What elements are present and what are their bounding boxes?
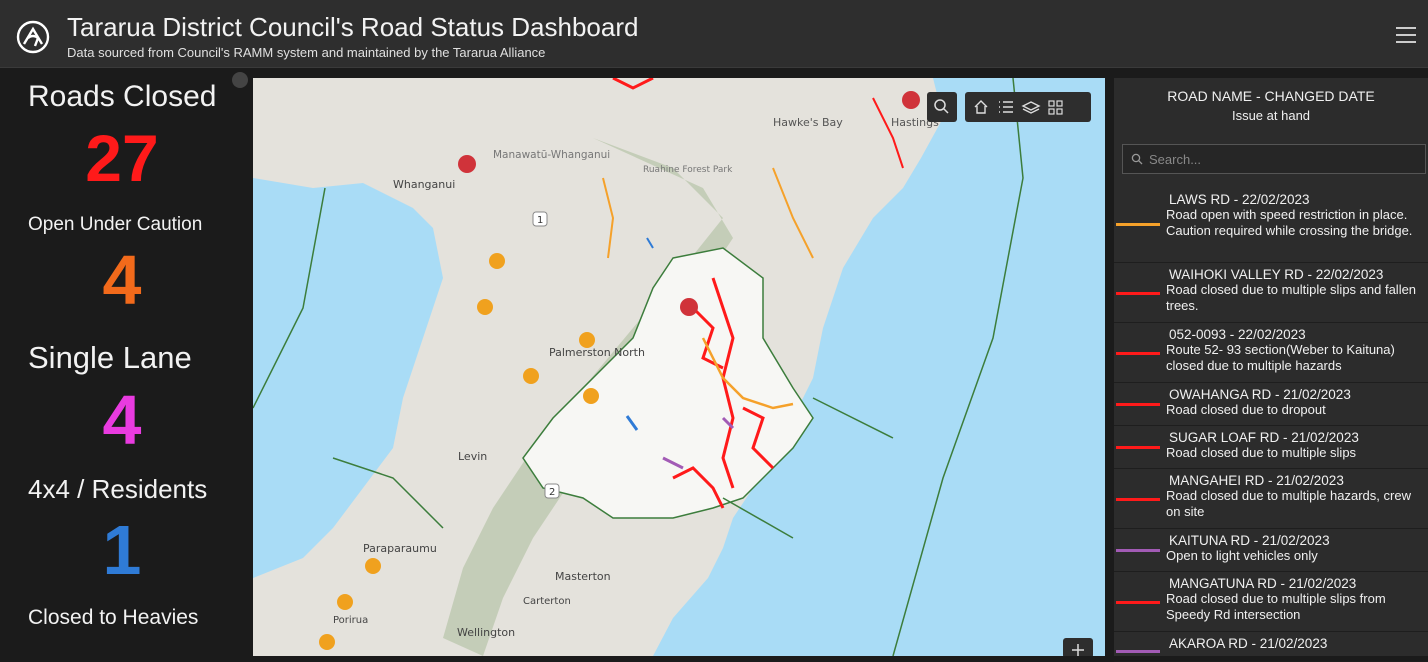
list-item[interactable]: MANGATUNA RD - 21/02/2023 Road closed du… [1114, 572, 1428, 632]
list-header-title: ROAD NAME - CHANGED DATE [1167, 88, 1375, 104]
road-name: WAIHOKI VALLEY RD - 22/02/2023 [1169, 267, 1384, 282]
stat-value-roads-closed: 27 [85, 121, 159, 195]
road-name: KAITUNA RD - 21/02/2023 [1169, 533, 1330, 548]
road-name: MANGATUNA RD - 21/02/2023 [1169, 576, 1357, 591]
search-icon [1131, 153, 1143, 165]
road-issue: Road closed due to multiple slips from S… [1166, 591, 1386, 622]
list-item[interactable]: WAIHOKI VALLEY RD - 22/02/2023 Road clos… [1114, 263, 1428, 323]
road-color-swatch [1116, 650, 1160, 653]
road-name: SUGAR LOAF RD - 21/02/2023 [1169, 430, 1359, 445]
list-item[interactable]: AKAROA RD - 21/02/2023 [1114, 632, 1428, 662]
stat-value-open-under-caution: 4 [102, 241, 142, 319]
road-name: AKAROA RD - 21/02/2023 [1169, 636, 1328, 651]
map-label-masterton: Masterton [555, 570, 611, 583]
map-canvas[interactable]: Hawke's Bay Hastings Manawatū-Whanganui … [253, 78, 1105, 656]
road-color-swatch [1116, 352, 1160, 355]
road-name: OWAHANGA RD - 21/02/2023 [1169, 387, 1351, 402]
road-name: LAWS RD - 22/02/2023 [1169, 192, 1310, 207]
map-toolbar [965, 92, 1091, 122]
map-label-paraparaumu: Paraparaumu [363, 542, 437, 555]
road-color-swatch [1116, 446, 1160, 449]
hamburger-menu-icon[interactable] [1396, 26, 1416, 44]
road-issue: Route 52- 93 section(Weber to Kaituna) c… [1166, 342, 1395, 373]
road-list: LAWS RD - 22/02/2023 Road open with spee… [1114, 188, 1428, 662]
road-color-swatch [1116, 498, 1160, 501]
map-label-levin: Levin [458, 450, 487, 463]
road-issue: Road closed due to multiple slips and fa… [1166, 282, 1417, 313]
map-label-palmerston: Palmerston North [549, 346, 645, 359]
legend-icon [999, 101, 1013, 113]
stat-label-closed-to-heavies: Closed to Heavies [28, 606, 199, 629]
road-color-swatch [1116, 223, 1160, 226]
stat-label-open-under-caution: Open Under Caution [28, 214, 203, 235]
list-header-subtitle: Issue at hand [1231, 108, 1311, 123]
dashboard-title: Tararua District Council's Road Status D… [67, 12, 639, 42]
list-item[interactable]: MANGAHEI RD - 21/02/2023 Road closed due… [1114, 469, 1428, 529]
map-label-ruahine: Ruahine Forest Park [643, 165, 733, 175]
road-color-swatch [1116, 403, 1160, 406]
stat-label-single-lane: Single Lane [28, 340, 192, 375]
plus-icon [1072, 644, 1084, 656]
list-item[interactable]: OWAHANGA RD - 21/02/2023 Road closed due… [1114, 383, 1428, 426]
road-logo-icon [16, 20, 50, 54]
stat-value-4x4-residents: 1 [102, 511, 142, 589]
road-color-swatch [1116, 292, 1160, 295]
layers-icon [1021, 101, 1041, 114]
road-issue: Road open with speed restriction in plac… [1166, 207, 1413, 238]
map-search-button[interactable] [927, 92, 957, 122]
road-color-swatch [1116, 601, 1160, 604]
highway-shield-1: 1 [537, 215, 543, 226]
stats-panel: Roads Closed 27 Open Under Caution 4 Sin… [0, 70, 244, 656]
home-icon [974, 100, 988, 114]
road-name: 052-0093 - 22/02/2023 [1169, 327, 1306, 342]
road-status-map[interactable]: Hawke's Bay Hastings Manawatū-Whanganui … [253, 78, 1105, 656]
map-label-manawatu: Manawatū-Whanganui [493, 149, 610, 161]
dashboard-subtitle: Data sourced from Council's RAMM system … [67, 45, 546, 60]
search-box[interactable] [1122, 144, 1426, 174]
stat-value-single-lane: 4 [102, 381, 142, 459]
list-item[interactable]: 052-0093 - 22/02/2023 Route 52- 93 secti… [1114, 323, 1428, 383]
highway-shield-2: 2 [549, 487, 555, 498]
road-issue: Open to light vehicles only [1166, 548, 1318, 563]
road-color-swatch [1116, 549, 1160, 552]
stat-label-roads-closed: Roads Closed [28, 80, 217, 113]
map-label-porirua: Porirua [333, 615, 368, 626]
expand-icon[interactable] [232, 72, 248, 88]
list-item[interactable]: KAITUNA RD - 21/02/2023 Open to light ve… [1114, 529, 1428, 572]
stat-label-4x4-residents: 4x4 / Residents [28, 474, 208, 504]
search-input[interactable] [1149, 149, 1419, 169]
qr-code-icon [1048, 100, 1055, 107]
app-header: Tararua District Council's Road Status D… [0, 0, 1428, 68]
search-icon [934, 99, 949, 114]
map-label-wellington: Wellington [457, 626, 515, 639]
road-name: MANGAHEI RD - 21/02/2023 [1169, 473, 1344, 488]
map-label-carterton: Carterton [523, 596, 571, 607]
road-issue: Road closed due to multiple slips [1166, 445, 1357, 460]
zoom-in-button[interactable] [1063, 638, 1093, 656]
road-issue: Road closed due to dropout [1166, 402, 1326, 417]
map-toolbar-icons[interactable] [965, 92, 1091, 122]
road-list-panel: ROAD NAME - CHANGED DATE Issue at hand L… [1114, 78, 1428, 662]
road-issue: Road closed due to multiple hazards, cre… [1166, 488, 1411, 519]
map-label-whanganui: Whanganui [393, 178, 455, 191]
map-label-hawkes-bay: Hawke's Bay [773, 116, 843, 129]
list-item[interactable]: LAWS RD - 22/02/2023 Road open with spee… [1114, 188, 1428, 263]
list-item[interactable]: SUGAR LOAF RD - 21/02/2023 Road closed d… [1114, 426, 1428, 469]
